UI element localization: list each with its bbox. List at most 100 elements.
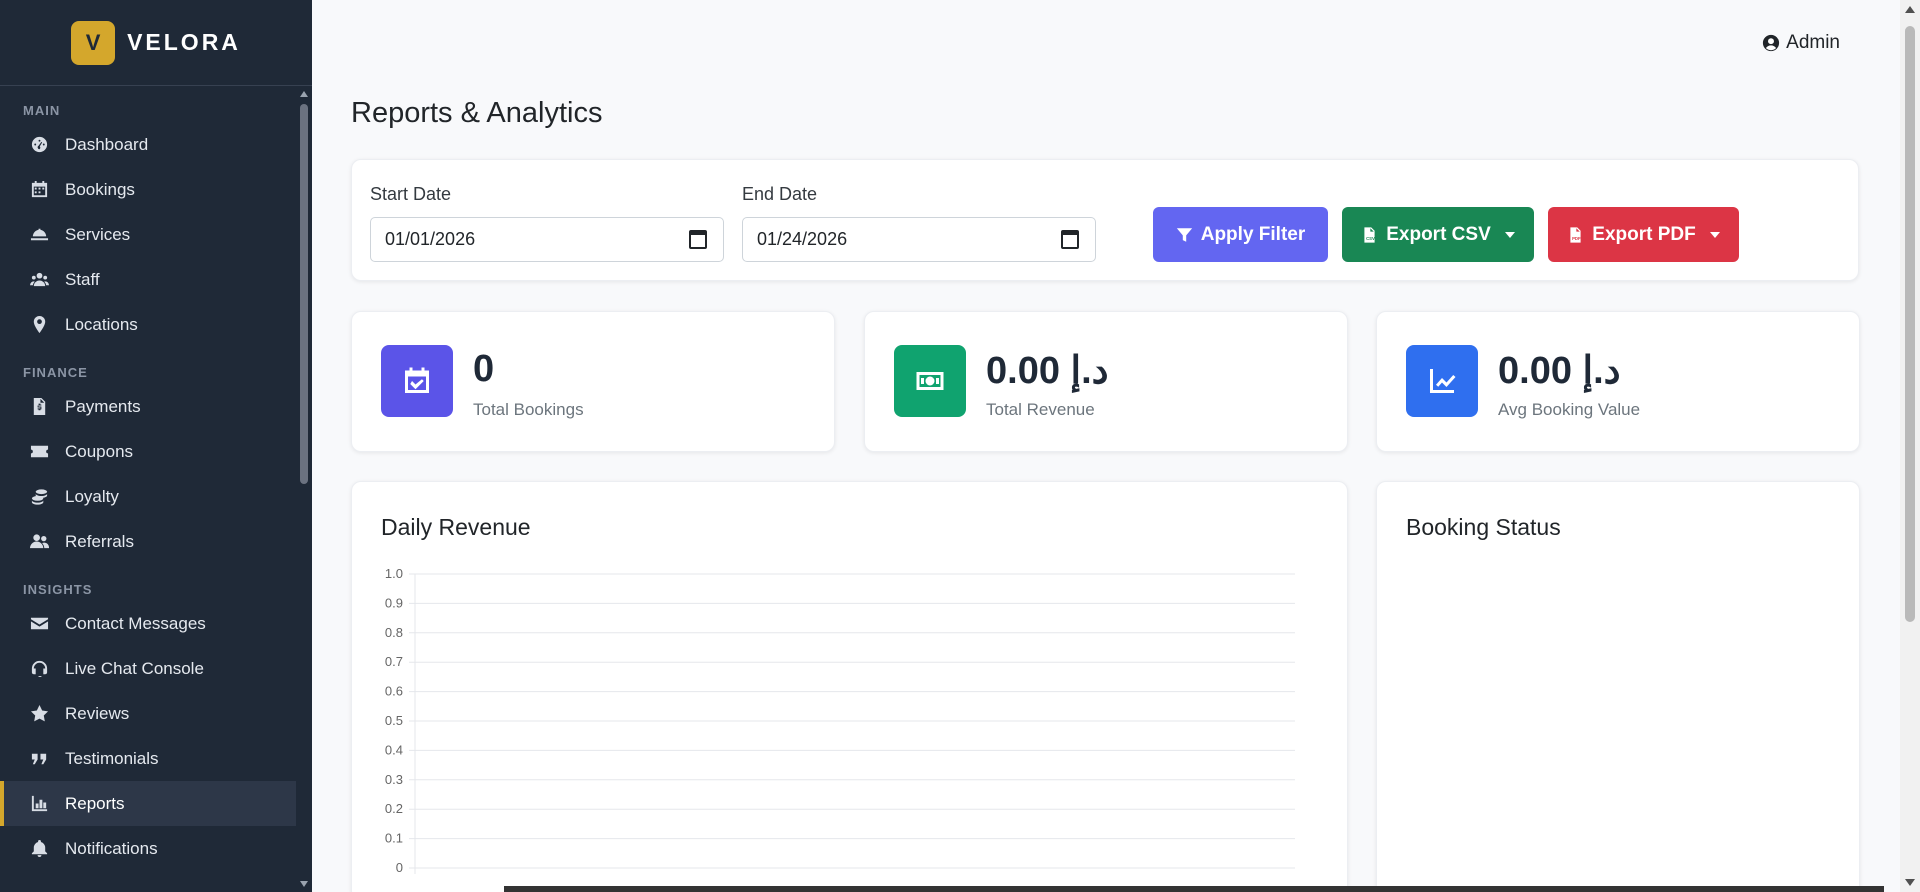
stat-value: 0.00 د.إ xyxy=(1498,350,1621,392)
end-date-label: End Date xyxy=(742,184,818,204)
user-name: Admin xyxy=(1786,32,1840,53)
chevron-down-icon xyxy=(1709,231,1720,238)
sidebar-item-label: Notifications xyxy=(65,838,158,858)
stat-icon-box xyxy=(1406,345,1478,417)
sidebar-item-label: Coupons xyxy=(65,441,134,461)
sidebar-item-payments[interactable]: Payments xyxy=(0,384,296,429)
start-date-value: 01/01/2026 xyxy=(385,229,476,249)
star-icon xyxy=(29,704,49,724)
calendar-picker-icon[interactable] xyxy=(1061,230,1079,249)
daily-revenue-chart: 1.0 0.9 0.8 0.7 0.6 0.5 0.4 0.3 0.2 0.1 0 xyxy=(385,566,1295,875)
y-tick-label: 0.5 xyxy=(385,713,403,728)
quote-icon xyxy=(29,749,49,769)
y-tick-label: 0.6 xyxy=(385,684,403,699)
sidebar-item-live-chat-console[interactable]: Live Chat Console xyxy=(0,646,296,691)
sidebar-item-label: Reviews xyxy=(65,703,130,723)
page-title: Reports & Analytics xyxy=(351,97,603,129)
export-csv-button[interactable]: CSV Export CSV xyxy=(1342,207,1534,262)
file-pdf-icon: PDF xyxy=(1570,226,1581,243)
sidebar-item-dashboard[interactable]: Dashboard xyxy=(0,122,296,167)
chevron-down-icon xyxy=(1504,231,1515,238)
y-tick-label: 0.4 xyxy=(385,742,403,757)
stat-value: 0 xyxy=(473,348,495,390)
nav-section-main: MAIN xyxy=(23,103,61,118)
sidebar-item-services[interactable]: Services xyxy=(0,212,296,257)
user-circle-icon xyxy=(1763,34,1780,52)
sidebar-scrollbar-thumb[interactable] xyxy=(300,104,308,484)
export-pdf-button[interactable]: PDF Export PDF xyxy=(1548,207,1739,262)
apply-filter-button[interactable]: Apply Filter xyxy=(1153,207,1328,262)
sidebar-item-coupons[interactable]: Coupons xyxy=(0,429,296,474)
calendar-picker-icon[interactable] xyxy=(689,230,707,249)
sidebar-item-reports[interactable]: Reports xyxy=(0,781,296,826)
sidebar-item-label: Reports xyxy=(65,793,125,813)
sidebar-item-label: Staff xyxy=(65,269,100,289)
sidebar-item-label: Bookings xyxy=(65,179,135,199)
concierge-bell-icon xyxy=(29,225,49,245)
sidebar-item-label: Contact Messages xyxy=(65,613,206,633)
y-tick-label: 0.3 xyxy=(385,772,403,787)
y-tick-label: 0.2 xyxy=(385,801,403,816)
coins-icon xyxy=(29,487,49,507)
headset-icon xyxy=(29,659,49,679)
sidebar-item-loyalty[interactable]: Loyalty xyxy=(0,474,296,519)
sidebar-item-staff[interactable]: Staff xyxy=(0,257,296,302)
apply-filter-label: Apply Filter xyxy=(1200,223,1306,245)
users-icon xyxy=(29,270,49,290)
svg-text:CSV: CSV xyxy=(1366,236,1375,241)
y-tick-label: 0.8 xyxy=(385,625,403,640)
end-date-input[interactable]: 01/24/2026 xyxy=(742,217,1096,262)
scroll-up-arrow-icon[interactable] xyxy=(1905,6,1915,13)
sidebar-item-label: Testimonials xyxy=(65,748,159,768)
page-scrollbar[interactable] xyxy=(1900,0,1920,892)
stat-value: 0.00 د.إ xyxy=(986,350,1109,392)
stat-label: Total Revenue xyxy=(986,400,1095,419)
map-pin-icon xyxy=(29,315,49,335)
bell-icon xyxy=(29,839,49,859)
nav-section-finance: FINANCE xyxy=(23,365,88,380)
sidebar-item-testimonials[interactable]: Testimonials xyxy=(0,736,296,781)
sidebar-item-label: Locations xyxy=(65,314,138,334)
y-tick-label: 0.9 xyxy=(385,595,403,610)
calendar-icon xyxy=(29,180,49,200)
stat-label: Total Bookings xyxy=(473,400,584,419)
sidebar-item-contact-messages[interactable]: Contact Messages xyxy=(0,601,296,646)
sidebar-item-label: Dashboard xyxy=(65,134,149,154)
brand-logo: V xyxy=(71,20,116,65)
sidebar-nav: MAIN Dashboard Bookings Services Staff L… xyxy=(0,86,296,892)
user-friends-icon xyxy=(29,532,49,552)
y-tick-label: 0 xyxy=(396,860,403,875)
scroll-up-arrow-icon[interactable] xyxy=(300,91,308,97)
y-tick-label: 0.7 xyxy=(385,654,403,669)
export-pdf-label: Export PDF xyxy=(1592,223,1696,245)
sidebar-item-locations[interactable]: Locations xyxy=(0,302,296,347)
start-date-input[interactable]: 01/01/2026 xyxy=(370,217,724,262)
stat-card-avg-booking-value: 0.00 د.إ Avg Booking Value xyxy=(1376,311,1860,452)
scroll-down-arrow-icon[interactable] xyxy=(300,881,308,887)
stat-card-total-revenue: 0.00 د.إ Total Revenue xyxy=(864,311,1348,452)
topbar: Admin xyxy=(312,0,1900,86)
sidebar-scrollbar[interactable] xyxy=(296,86,312,892)
sidebar-item-bookings[interactable]: Bookings xyxy=(0,167,296,212)
sidebar-item-notifications[interactable]: Notifications xyxy=(0,826,296,871)
main-content: Admin Reports & Analytics Start Date 01/… xyxy=(312,0,1900,892)
sidebar-item-reviews[interactable]: Reviews xyxy=(0,691,296,736)
chart-line-icon xyxy=(1430,369,1456,393)
horizontal-divider xyxy=(504,886,1884,892)
sidebar-item-label: Referrals xyxy=(65,531,134,551)
stat-icon-box xyxy=(894,345,966,417)
svg-text:PDF: PDF xyxy=(1572,236,1581,241)
sidebar: V VELORA MAIN Dashboard Bookings Service… xyxy=(0,0,312,892)
y-tick-label: 1.0 xyxy=(385,566,403,581)
gauge-icon xyxy=(29,135,49,155)
sidebar-item-referrals[interactable]: Referrals xyxy=(0,519,296,564)
sidebar-item-label: Services xyxy=(65,224,131,244)
user-menu[interactable]: Admin xyxy=(1762,32,1840,54)
filter-icon xyxy=(1176,227,1192,242)
brand[interactable]: V VELORA xyxy=(0,0,312,86)
daily-revenue-card: Daily Revenue 1.0 0.9 0.8 0.7 0.6 0.5 0.4 0.3 0.… xyxy=(351,481,1348,892)
bar-chart-icon xyxy=(29,794,49,814)
page-scrollbar-thumb[interactable] xyxy=(1905,26,1915,622)
scroll-down-arrow-icon[interactable] xyxy=(1905,879,1915,886)
nav-section-insights: INSIGHTS xyxy=(23,582,93,597)
